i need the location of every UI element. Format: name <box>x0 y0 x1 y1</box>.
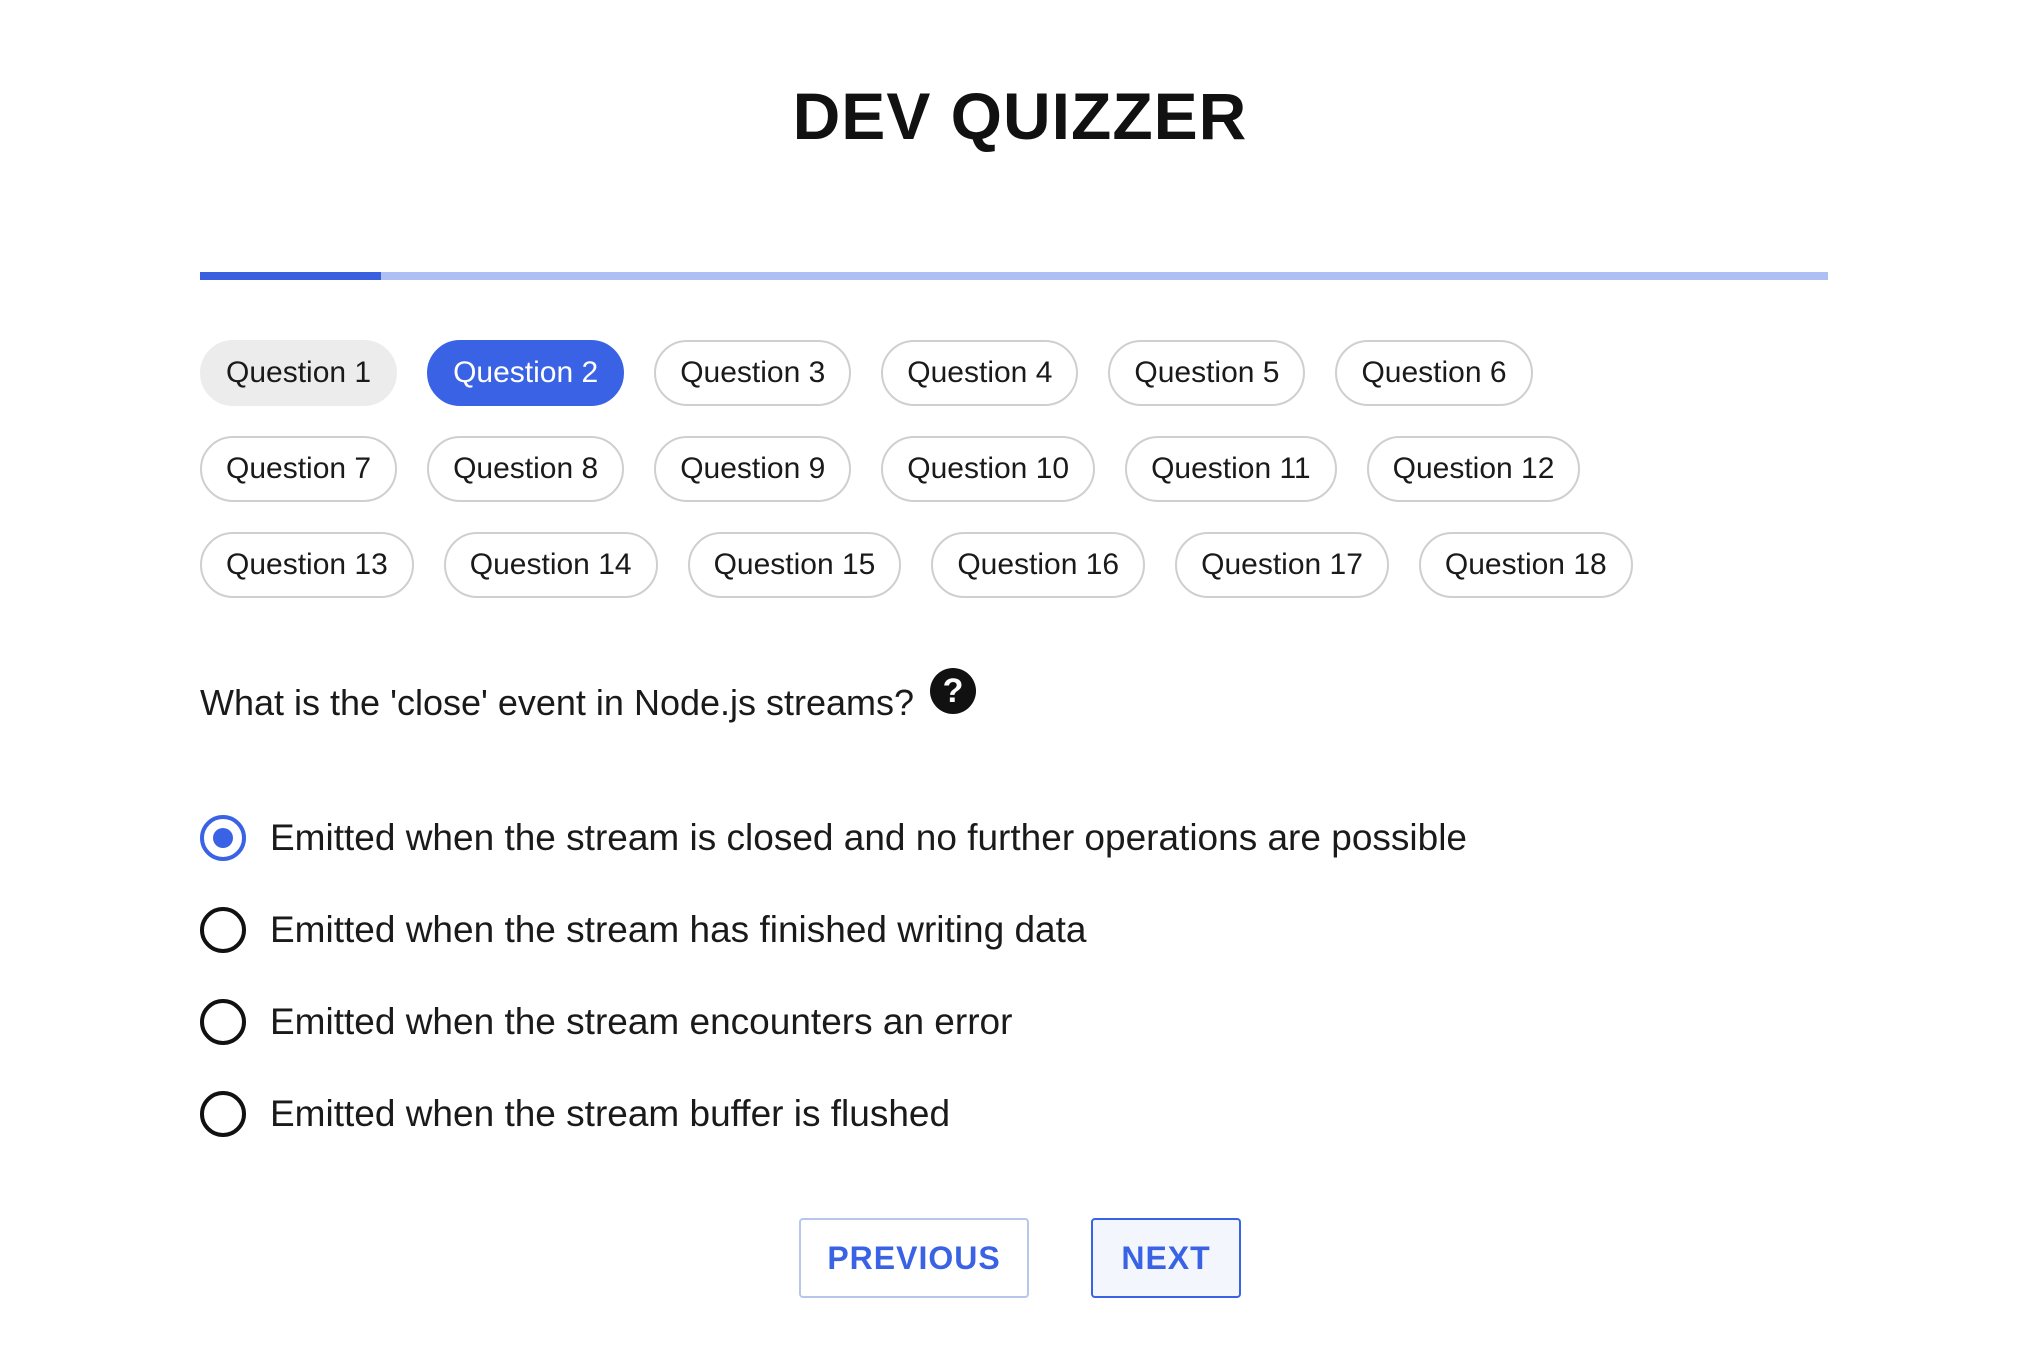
question-nav-row: Question 7 Question 8 Question 9 Questio… <box>200 436 1840 502</box>
question-nav-button[interactable]: Question 14 <box>443 532 658 598</box>
radio-button[interactable] <box>200 999 246 1045</box>
progress-bar <box>200 272 1828 280</box>
answer-option[interactable]: Emitted when the stream buffer is flushe… <box>200 1084 1467 1144</box>
next-button[interactable]: NEXT <box>1091 1218 1241 1298</box>
question-nav-button[interactable]: Question 5 <box>1108 340 1306 406</box>
answer-option[interactable]: Emitted when the stream encounters an er… <box>200 992 1467 1052</box>
progress-bar-fill <box>200 272 381 280</box>
question-nav-button[interactable]: Question 3 <box>654 340 852 406</box>
question-nav-button[interactable]: Question 11 <box>1125 436 1337 502</box>
question-nav-button[interactable]: Question 2 <box>427 340 625 406</box>
question-prompt: What is the 'close' event in Node.js str… <box>200 668 977 738</box>
question-nav-button[interactable]: Question 12 <box>1366 436 1581 502</box>
question-nav-button[interactable]: Question 8 <box>427 436 625 502</box>
question-nav-button[interactable]: Question 7 <box>200 436 398 502</box>
answer-option-label: Emitted when the stream buffer is flushe… <box>270 1093 951 1134</box>
radio-button[interactable] <box>200 815 246 861</box>
answer-option-label: Emitted when the stream encounters an er… <box>270 1001 1013 1042</box>
question-text: What is the 'close' event in Node.js str… <box>200 682 915 723</box>
answer-options: Emitted when the stream is closed and no… <box>200 808 1467 1176</box>
question-nav-button[interactable]: Question 16 <box>931 532 1146 598</box>
question-nav-button[interactable]: Question 1 <box>200 340 398 406</box>
answer-option[interactable]: Emitted when the stream is closed and no… <box>200 808 1467 868</box>
question-nav-button[interactable]: Question 15 <box>687 532 902 598</box>
radio-button[interactable] <box>200 1091 246 1137</box>
question-nav-row: Question 13 Question 14 Question 15 Ques… <box>200 532 1840 598</box>
question-nav-button[interactable]: Question 9 <box>654 436 852 502</box>
question-circle-icon[interactable]: ? <box>930 668 977 714</box>
question-nav-button[interactable]: Question 18 <box>1418 532 1633 598</box>
previous-button[interactable]: PREVIOUS <box>799 1218 1029 1298</box>
question-navigation: Question 1 Question 2 Question 3 Questio… <box>200 340 1840 628</box>
question-nav-button[interactable]: Question 13 <box>200 532 414 598</box>
quiz-navigation: PREVIOUS NEXT <box>0 1218 2040 1298</box>
question-nav-button[interactable]: Question 17 <box>1175 532 1389 598</box>
app-title: DEV QUIZZER <box>792 79 1248 153</box>
question-nav-button[interactable]: Question 6 <box>1335 340 1533 406</box>
question-nav-row: Question 1 Question 2 Question 3 Questio… <box>200 340 1840 406</box>
answer-option[interactable]: Emitted when the stream has finished wri… <box>200 900 1467 960</box>
question-nav-button[interactable]: Question 10 <box>881 436 1096 502</box>
answer-option-label: Emitted when the stream has finished wri… <box>270 909 1087 950</box>
question-nav-button[interactable]: Question 4 <box>881 340 1079 406</box>
radio-button[interactable] <box>200 907 246 953</box>
answer-option-label: Emitted when the stream is closed and no… <box>270 817 1467 858</box>
